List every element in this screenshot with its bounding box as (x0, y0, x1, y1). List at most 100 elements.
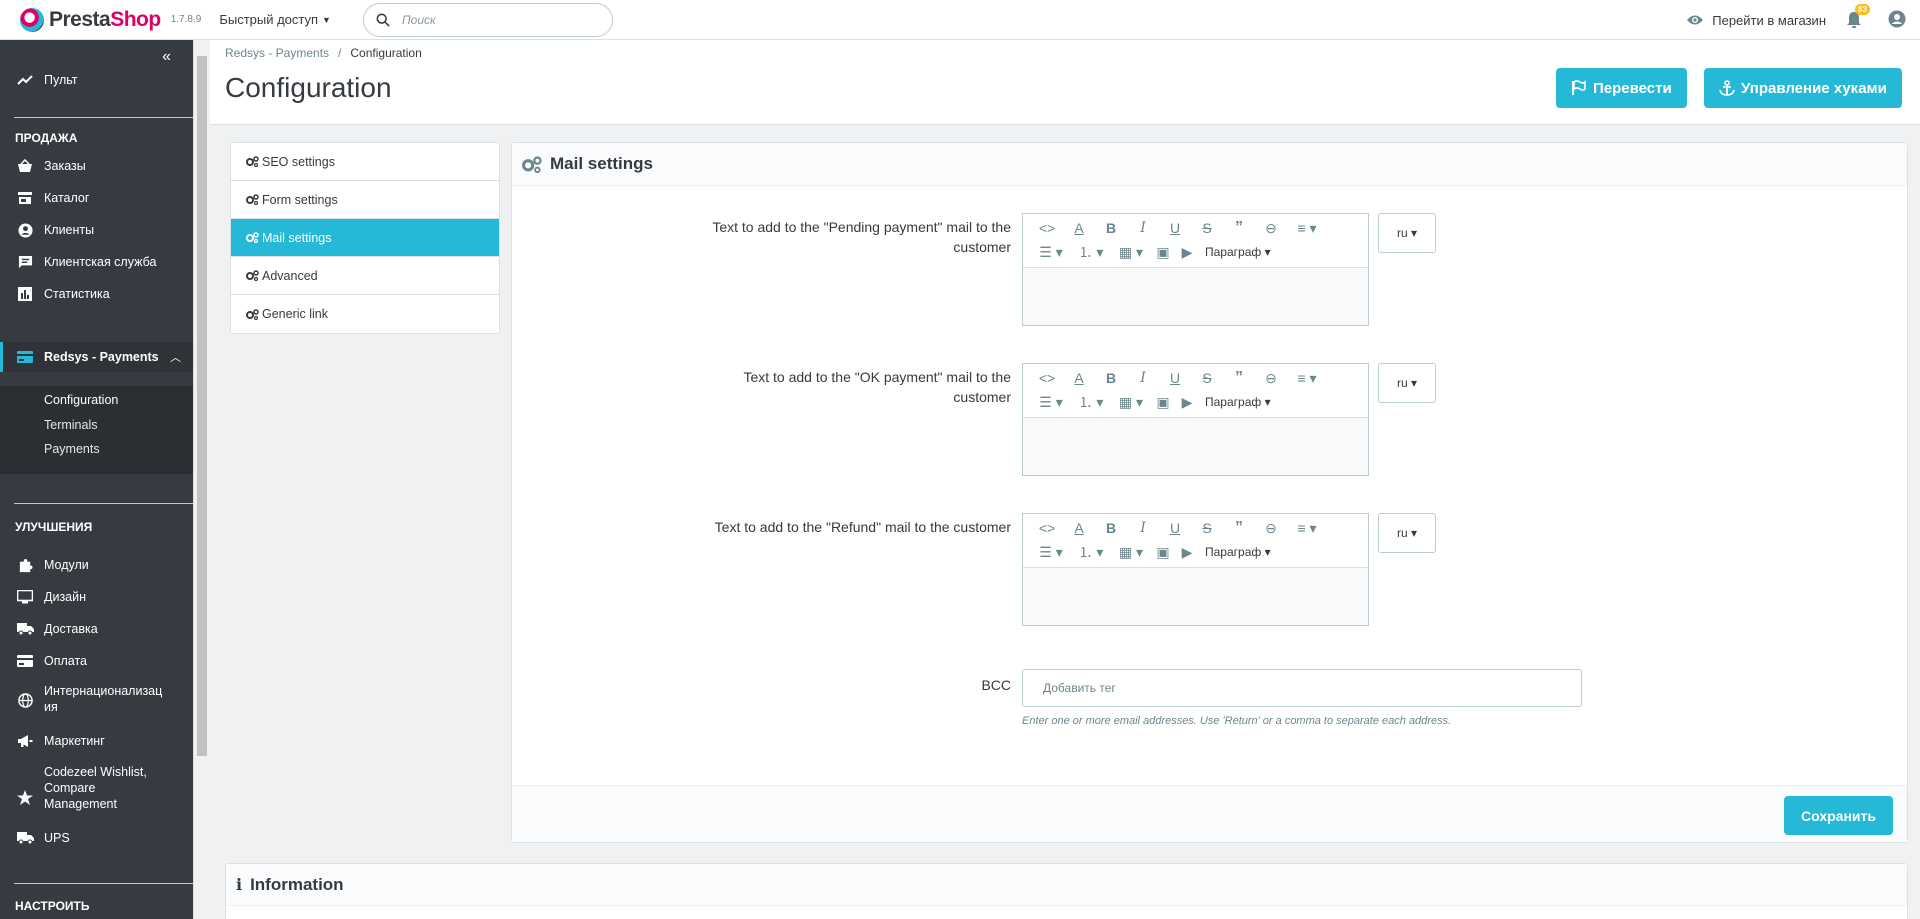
align-dropdown-icon[interactable]: ≡ ▾ (1287, 220, 1327, 237)
tab-generic-link[interactable]: Generic link (231, 295, 499, 333)
prestashop-logo[interactable]: PrestaShop (20, 7, 161, 32)
breadcrumb-parent-link[interactable]: Redsys - Payments (225, 46, 329, 60)
source-code-icon[interactable]: <> (1031, 220, 1063, 236)
translate-button[interactable]: Перевести (1556, 68, 1687, 108)
refund-mail-editor[interactable]: <> A B I U S ” ⊖ ≡ ▾ ☰ ▾ ⒈ ▾ ▦ ▾ ▣ ▶ Пар… (1022, 513, 1369, 626)
align-dropdown-icon[interactable]: ≡ ▾ (1287, 370, 1327, 387)
sidebar-item-shipping[interactable]: Доставка (0, 619, 193, 639)
editor-content-area[interactable] (1023, 268, 1368, 325)
bcc-help-text: Enter one or more email addresses. Use '… (1022, 715, 1452, 727)
quick-access-dropdown[interactable]: Быстрый доступ ▼ (219, 12, 331, 27)
search-input[interactable]: Поиск (362, 2, 613, 37)
image-icon[interactable]: ▣ (1151, 544, 1175, 561)
paragraph-format-dropdown[interactable]: Параграф ▾ (1205, 395, 1271, 409)
sidebar-item-payment[interactable]: Оплата (0, 651, 193, 671)
sidebar-item-customer-service[interactable]: Клиентская служба (0, 252, 193, 272)
bullet-list-icon[interactable]: ☰ ▾ (1031, 244, 1071, 261)
language-dropdown[interactable]: ru ▾ (1378, 513, 1436, 553)
sidebar-subitem-payments[interactable]: Payments (44, 442, 100, 456)
language-dropdown[interactable]: ru ▾ (1378, 363, 1436, 403)
editor-content-area[interactable] (1023, 568, 1368, 625)
strikethrough-icon[interactable]: S (1191, 520, 1223, 536)
sidebar-item-label: Redsys - Payments (44, 350, 159, 364)
sidebar-item-dashboard[interactable]: Пульт (0, 70, 193, 90)
cogs-icon (246, 308, 259, 320)
bold-icon[interactable]: B (1095, 520, 1127, 536)
pending-mail-editor[interactable]: <> A B I U S ” ⊖ ≡ ▾ ☰ ▾ ⒈ ▾ ▦ ▾ ▣ ▶ Пар… (1022, 213, 1369, 326)
bcc-tag-input[interactable]: Добавить тег (1022, 669, 1582, 707)
numbered-list-icon[interactable]: ⒈ ▾ (1071, 542, 1111, 562)
sidebar-subitem-configuration[interactable]: Configuration (44, 393, 118, 407)
blockquote-icon[interactable]: ” (1223, 369, 1255, 387)
sidebar-item-customers[interactable]: Клиенты (0, 220, 193, 240)
image-icon[interactable]: ▣ (1151, 244, 1175, 261)
view-shop-link[interactable]: Перейти в магазин (1686, 13, 1826, 28)
sidebar-item-redsys[interactable]: Redsys - Payments ︿ (0, 342, 193, 372)
settings-tabs: SEO settings Form settings Mail settings… (230, 142, 500, 334)
tab-form-settings[interactable]: Form settings (231, 181, 499, 219)
table-icon[interactable]: ▦ ▾ (1111, 394, 1151, 411)
media-icon[interactable]: ▶ (1175, 544, 1199, 561)
sidebar-item-modules[interactable]: Модули (0, 555, 193, 575)
bold-icon[interactable]: B (1095, 220, 1127, 236)
bullet-list-icon[interactable]: ☰ ▾ (1031, 544, 1071, 561)
text-color-icon[interactable]: A (1063, 520, 1095, 536)
link-icon[interactable]: ⊖ (1255, 370, 1287, 387)
sidebar-item-codezeel[interactable]: Codezeel Wishlist, Compare Management (0, 764, 193, 814)
text-color-icon[interactable]: A (1063, 370, 1095, 386)
italic-icon[interactable]: I (1127, 220, 1159, 236)
notifications-button[interactable]: 83 (1846, 4, 1870, 29)
image-icon[interactable]: ▣ (1151, 394, 1175, 411)
save-button[interactable]: Сохранить (1784, 796, 1893, 835)
sidebar-item-stats[interactable]: Статистика (0, 284, 193, 304)
table-icon[interactable]: ▦ ▾ (1111, 244, 1151, 261)
italic-icon[interactable]: I (1127, 370, 1159, 386)
blockquote-icon[interactable]: ” (1223, 219, 1255, 237)
sidebar-item-orders[interactable]: Заказы (0, 156, 193, 176)
bold-icon[interactable]: B (1095, 370, 1127, 386)
editor-toolbar: <> A B I U S ” ⊖ ≡ ▾ ☰ ▾ ⒈ ▾ ▦ ▾ ▣ ▶ Пар… (1023, 364, 1368, 418)
sidebar-item-label: Модули (44, 558, 89, 572)
sidebar-scrollbar[interactable] (193, 40, 210, 919)
sidebar-item-catalog[interactable]: Каталог (0, 188, 193, 208)
strikethrough-icon[interactable]: S (1191, 370, 1223, 386)
underline-icon[interactable]: U (1159, 220, 1191, 236)
text-color-icon[interactable]: A (1063, 220, 1095, 236)
scrollbar-thumb[interactable] (197, 56, 207, 756)
tab-mail-settings[interactable]: Mail settings (231, 219, 499, 257)
italic-icon[interactable]: I (1127, 520, 1159, 536)
language-dropdown[interactable]: ru ▾ (1378, 213, 1436, 253)
sidebar-subitem-terminals[interactable]: Terminals (44, 418, 98, 432)
media-icon[interactable]: ▶ (1175, 244, 1199, 261)
media-icon[interactable]: ▶ (1175, 394, 1199, 411)
sidebar-item-marketing[interactable]: Маркетинг (0, 731, 193, 751)
sidebar-item-international[interactable]: Интернационализац ия (0, 683, 193, 719)
sidebar-item-ups[interactable]: UPS (0, 828, 193, 848)
blockquote-icon[interactable]: ” (1223, 519, 1255, 537)
collapse-sidebar-icon[interactable]: « (162, 48, 171, 66)
source-code-icon[interactable]: <> (1031, 520, 1063, 536)
tab-advanced[interactable]: Advanced (231, 257, 499, 295)
ok-mail-editor[interactable]: <> A B I U S ” ⊖ ≡ ▾ ☰ ▾ ⒈ ▾ ▦ ▾ ▣ ▶ Пар… (1022, 363, 1369, 476)
underline-icon[interactable]: U (1159, 520, 1191, 536)
flag-icon (1572, 80, 1586, 95)
paragraph-format-dropdown[interactable]: Параграф ▾ (1205, 545, 1271, 559)
view-shop-label: Перейти в магазин (1712, 12, 1826, 28)
sidebar-item-design[interactable]: Дизайн (0, 587, 193, 607)
link-icon[interactable]: ⊖ (1255, 220, 1287, 237)
sidebar-item-label: Маркетинг (44, 734, 105, 748)
account-button[interactable] (1888, 10, 1906, 31)
align-dropdown-icon[interactable]: ≡ ▾ (1287, 520, 1327, 537)
bullet-list-icon[interactable]: ☰ ▾ (1031, 394, 1071, 411)
manage-hooks-button[interactable]: Управление хуками (1704, 68, 1902, 108)
paragraph-format-dropdown[interactable]: Параграф ▾ (1205, 245, 1271, 259)
underline-icon[interactable]: U (1159, 370, 1191, 386)
numbered-list-icon[interactable]: ⒈ ▾ (1071, 392, 1111, 412)
editor-content-area[interactable] (1023, 418, 1368, 475)
link-icon[interactable]: ⊖ (1255, 520, 1287, 537)
source-code-icon[interactable]: <> (1031, 370, 1063, 386)
tab-seo-settings[interactable]: SEO settings (231, 143, 499, 181)
strikethrough-icon[interactable]: S (1191, 220, 1223, 236)
numbered-list-icon[interactable]: ⒈ ▾ (1071, 242, 1111, 262)
table-icon[interactable]: ▦ ▾ (1111, 544, 1151, 561)
